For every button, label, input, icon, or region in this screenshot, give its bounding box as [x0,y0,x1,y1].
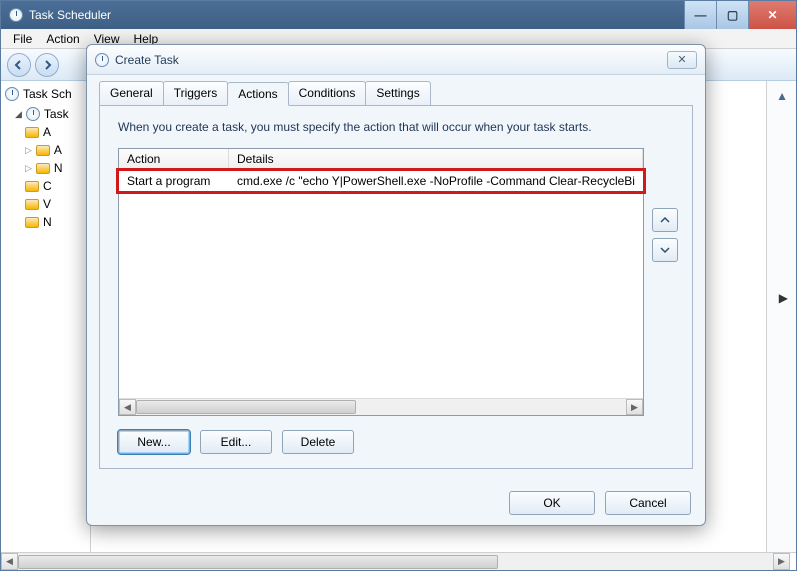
tree-library-label: Task [44,107,69,121]
actions-description: When you create a task, you must specify… [118,120,674,134]
row-details-cell: cmd.exe /c "echo Y|PowerShell.exe -NoPro… [229,172,643,190]
scroll-track[interactable] [18,553,773,570]
tree-root-label: Task Sch [23,87,72,101]
close-button[interactable]: ✕ [748,1,796,29]
col-details[interactable]: Details [229,149,643,170]
move-down-button[interactable] [652,238,678,262]
tree-item-label: A [54,143,62,157]
tree-root[interactable]: Task Sch [5,87,86,101]
tree-item[interactable]: A [25,123,86,141]
tree-item[interactable]: C [25,177,86,195]
tab-actions[interactable]: Actions [227,82,288,106]
list-scroll-right[interactable]: ▶ [626,399,643,415]
tree-item-label: N [54,161,63,175]
expand-toggle-icon[interactable]: ▷ [25,163,32,174]
tree-item-label: C [43,179,52,193]
tab-general[interactable]: General [99,81,164,105]
tree-item-label: V [43,197,51,211]
scheduler-icon [5,87,19,101]
actions-pane: ▲ ▶ [766,81,796,552]
collapse-caret-icon[interactable]: ▲ [776,89,788,103]
bottom-scrollbar: ◀ ▶ [1,552,796,570]
tree-library[interactable]: ◢ Task [15,105,86,123]
list-scroll-thumb[interactable] [136,400,356,414]
menu-action[interactable]: Action [40,30,85,48]
app-icon [9,8,23,22]
edit-button[interactable]: Edit... [200,430,272,454]
expand-caret-icon[interactable]: ▶ [779,291,788,305]
dialog-icon [95,53,109,67]
list-scrollbar[interactable]: ◀ ▶ [119,398,643,415]
tree-item[interactable]: N [25,213,86,231]
window-title: Task Scheduler [29,8,111,22]
tree-item[interactable]: V [25,195,86,213]
move-up-button[interactable] [652,208,678,232]
create-task-dialog: Create Task ✕ General Triggers Actions C… [86,44,706,526]
col-action[interactable]: Action [119,149,229,170]
dialog-tabs: General Triggers Actions Conditions Sett… [99,81,693,105]
caret-down-icon [660,245,670,255]
caret-up-icon [660,215,670,225]
arrow-left-icon [14,60,24,70]
tab-conditions[interactable]: Conditions [288,81,367,105]
nav-forward-button[interactable] [35,53,59,77]
expand-toggle-icon[interactable]: ▷ [25,145,32,156]
library-icon [26,107,40,121]
folder-icon [36,163,50,174]
nav-back-button[interactable] [7,53,31,77]
tab-settings[interactable]: Settings [365,81,430,105]
tree-pane: Task Sch ◢ Task A ▷A ▷N C V N [1,81,91,552]
tree-item-label: A [43,125,51,139]
folder-icon [25,127,39,138]
ok-button[interactable]: OK [509,491,595,515]
action-row[interactable]: Start a program cmd.exe /c "echo Y|Power… [119,171,643,191]
arrow-right-icon [42,60,52,70]
folder-icon [25,199,39,210]
folder-icon [25,217,39,228]
maximize-button[interactable]: ▢ [716,1,748,29]
tree-item[interactable]: ▷A [25,141,86,159]
tab-pane-actions: When you create a task, you must specify… [99,105,693,469]
scroll-right-button[interactable]: ▶ [773,553,790,570]
folder-icon [36,145,50,156]
row-action-cell: Start a program [119,172,229,190]
scroll-left-button[interactable]: ◀ [1,553,18,570]
dialog-titlebar: Create Task ✕ [87,45,705,75]
menu-file[interactable]: File [7,30,38,48]
minimize-button[interactable]: — [684,1,716,29]
list-scroll-left[interactable]: ◀ [119,399,136,415]
main-window: Task Scheduler — ▢ ✕ File Action View He… [0,0,797,571]
titlebar: Task Scheduler — ▢ ✕ [1,1,796,29]
delete-button[interactable]: Delete [282,430,354,454]
dialog-close-button[interactable]: ✕ [667,51,697,69]
tree-item[interactable]: ▷N [25,159,86,177]
tab-triggers[interactable]: Triggers [163,81,229,105]
collapse-toggle-icon[interactable]: ◢ [15,109,22,120]
folder-icon [25,181,39,192]
scroll-thumb[interactable] [18,555,498,569]
actions-list[interactable]: Action Details Start a program cmd.exe /… [118,148,644,416]
new-button[interactable]: New... [118,430,190,454]
tree-item-label: N [43,215,52,229]
dialog-title: Create Task [115,53,179,67]
cancel-button[interactable]: Cancel [605,491,691,515]
